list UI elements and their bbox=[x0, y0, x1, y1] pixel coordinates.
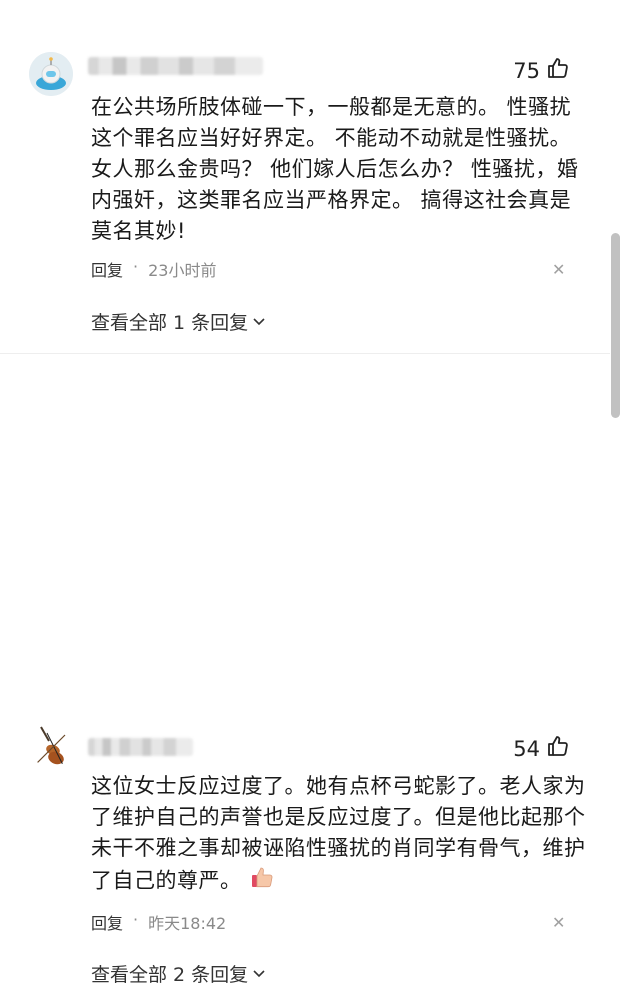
close-icon[interactable]: ✕ bbox=[552, 915, 565, 931]
scrollbar[interactable] bbox=[611, 233, 620, 418]
like-button[interactable]: 75 bbox=[513, 56, 570, 85]
chevron-down-icon bbox=[252, 963, 266, 985]
username-redacted[interactable] bbox=[88, 738, 193, 756]
reply-button[interactable]: 回复 bbox=[91, 910, 123, 934]
view-replies-label: 查看全部 2 条回复 bbox=[91, 964, 249, 986]
chevron-down-icon bbox=[252, 311, 266, 333]
comment-meta: 回复 · 昨天18:42 bbox=[91, 910, 226, 934]
like-button[interactable]: 54 bbox=[513, 734, 570, 763]
comment-text-container: 这位女士反应过度了。她有点杯弓蛇影了。老人家为了维护自己的声誉也是反应过度了。但… bbox=[91, 771, 591, 899]
thumbs-up-emoji-icon bbox=[249, 864, 275, 899]
thumbs-up-icon bbox=[546, 734, 570, 763]
view-replies-button[interactable]: 查看全部 1 条回复 bbox=[91, 308, 266, 335]
astronaut-avatar-icon[interactable] bbox=[29, 52, 73, 96]
reply-button[interactable]: 回复 bbox=[91, 257, 123, 281]
comment-text: 这位女士反应过度了。她有点杯弓蛇影了。老人家为了维护自己的声誉也是反应过度了。但… bbox=[91, 774, 586, 893]
comment-time: 昨天18:42 bbox=[148, 914, 227, 933]
divider bbox=[0, 353, 610, 354]
close-icon[interactable]: ✕ bbox=[552, 262, 565, 278]
like-count: 75 bbox=[513, 58, 540, 83]
view-replies-button[interactable]: 查看全部 2 条回复 bbox=[91, 960, 266, 987]
view-replies-label: 查看全部 1 条回复 bbox=[91, 312, 249, 334]
separator-dot: · bbox=[133, 257, 139, 276]
username-redacted[interactable] bbox=[88, 57, 263, 75]
thumbs-up-icon bbox=[546, 56, 570, 85]
comment-text: 在公共场所肢体碰一下，一般都是无意的。 性骚扰这个罪名应当好好界定。 不能动不动… bbox=[91, 95, 579, 243]
separator-dot: · bbox=[133, 910, 139, 929]
comment-meta: 回复 · 23小时前 bbox=[91, 257, 216, 281]
like-count: 54 bbox=[513, 736, 540, 761]
violin-avatar-icon[interactable] bbox=[29, 723, 73, 767]
comment-time: 23小时前 bbox=[148, 261, 217, 280]
